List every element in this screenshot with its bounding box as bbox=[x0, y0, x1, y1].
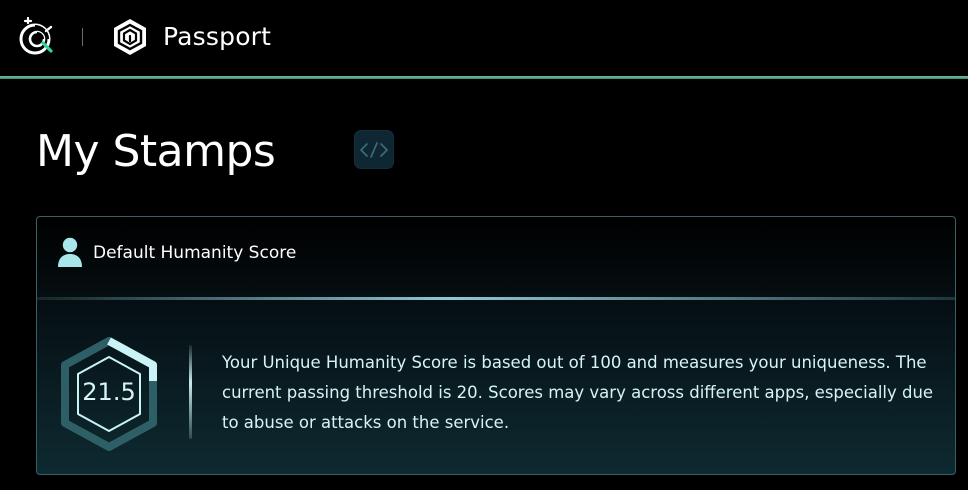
developer-code-button[interactable] bbox=[354, 130, 394, 169]
score-description: Your Unique Humanity Score is based out … bbox=[222, 353, 934, 432]
page-title: My Stamps bbox=[36, 126, 276, 177]
header-divider bbox=[82, 28, 83, 46]
header-accent-line bbox=[0, 76, 968, 79]
score-value: 21.5 bbox=[82, 378, 136, 406]
card-title: Default Humanity Score bbox=[93, 243, 297, 263]
card-header: Default Humanity Score bbox=[37, 217, 955, 299]
code-icon bbox=[360, 141, 388, 158]
gitcoin-logo-icon[interactable] bbox=[17, 17, 53, 57]
person-icon bbox=[58, 237, 82, 267]
score-divider bbox=[189, 345, 192, 439]
app-title: Passport bbox=[163, 22, 272, 51]
card-separator bbox=[37, 297, 955, 300]
passport-logo-icon[interactable] bbox=[111, 17, 149, 57]
top-navigation-bar: Passport bbox=[0, 0, 968, 76]
humanity-score-card: Default Humanity Score 21.5 Your Unique … bbox=[36, 216, 956, 475]
